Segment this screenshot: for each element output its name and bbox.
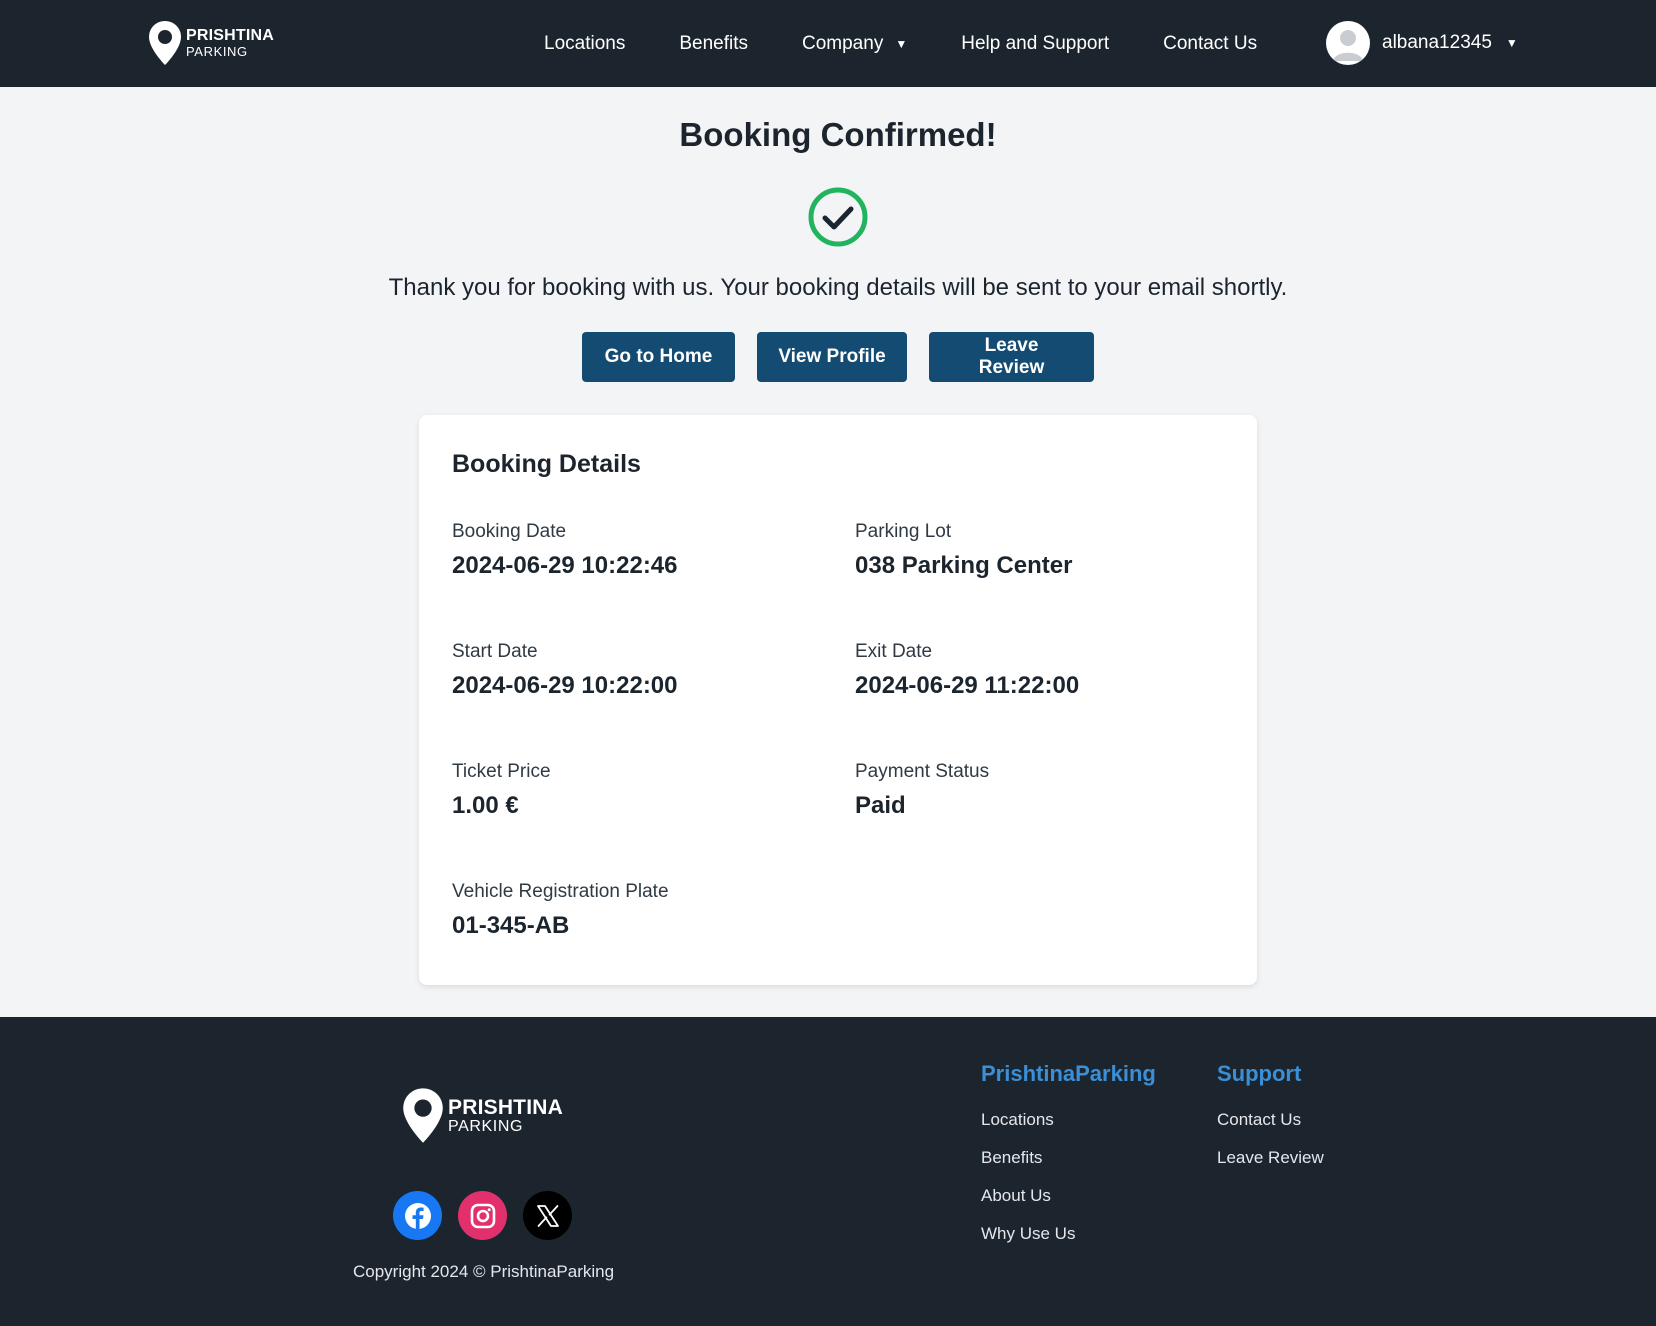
footer-brand-name-line1: PRISHTINA [448, 1095, 563, 1119]
footer-col-heading: Support [1217, 1061, 1302, 1086]
footer-link-contact-us[interactable]: Contact Us [1217, 1110, 1324, 1130]
caret-down-icon: ▼ [1505, 36, 1518, 50]
footer-link-about-us[interactable]: About Us [981, 1186, 1156, 1206]
check-circle-icon [808, 187, 868, 247]
payment-status-field: Payment Status Paid [855, 761, 989, 820]
instagram-icon [470, 1203, 495, 1228]
booking-date-value: 2024-06-29 10:22:46 [452, 552, 678, 579]
nav-link-company-label: Company [802, 32, 884, 54]
footer-col-prishtinaparking: PrishtinaParking Locations Benefits Abou… [981, 1061, 1156, 1262]
booking-date-field: Booking Date 2024-06-29 10:22:46 [452, 521, 678, 580]
copyright: Copyright 2024 © PrishtinaParking [353, 1262, 615, 1281]
navbar: PRISHTINA PARKING Locations Benefits Com… [0, 0, 1656, 87]
payment-status-value: Paid [855, 792, 906, 819]
location-pin-icon [149, 21, 181, 65]
booking-details-title: Booking Details [452, 450, 641, 478]
footer-link-why-use-us[interactable]: Why Use Us [981, 1224, 1156, 1244]
caret-down-icon: ▼ [895, 36, 908, 51]
footer-col-support: Support Contact Us Leave Review [1217, 1061, 1324, 1186]
brand-name: PRISHTINA PARKING [186, 27, 275, 59]
facebook-icon [404, 1202, 431, 1229]
avatar [1326, 21, 1370, 65]
location-pin-icon [403, 1088, 443, 1143]
username: albana12345 [1382, 32, 1492, 53]
page-title: Booking Confirmed! [679, 116, 997, 153]
ticket-price-value: 1.00 € [452, 792, 519, 819]
ticket-price-field: Ticket Price 1.00 € [452, 761, 551, 820]
instagram-link[interactable] [458, 1191, 507, 1240]
vehicle-plate-field: Vehicle Registration Plate 01-345-AB [452, 881, 669, 940]
parking-lot-value: 038 Parking Center [855, 552, 1073, 579]
exit-date-field: Exit Date 2024-06-29 11:22:00 [855, 641, 1079, 700]
nav-link-help-support[interactable]: Help and Support [961, 33, 1109, 55]
nav-link-locations[interactable]: Locations [544, 33, 625, 55]
parking-lot-label: Parking Lot [855, 521, 952, 542]
x-link[interactable] [523, 1191, 572, 1240]
start-date-field: Start Date 2024-06-29 10:22:00 [452, 641, 678, 700]
facebook-link[interactable] [393, 1191, 442, 1240]
booking-date-label: Booking Date [452, 521, 567, 542]
brand-name-line1: PRISHTINA [186, 27, 275, 44]
payment-status-label: Payment Status [855, 761, 990, 782]
confirmation-message: Thank you for booking with us. Your book… [388, 274, 1288, 301]
vehicle-plate-value: 01-345-AB [452, 912, 570, 939]
start-date-label: Start Date [452, 641, 538, 662]
action-buttons: Go to Home View Profile Leave Review [582, 332, 1094, 382]
exit-date-value: 2024-06-29 11:22:00 [855, 672, 1080, 699]
parking-lot-field: Parking Lot 038 Parking Center [855, 521, 1072, 580]
nav-link-benefits[interactable]: Benefits [679, 33, 748, 55]
footer-brand-name-line2: PARKING [448, 1117, 524, 1135]
brand-logo[interactable]: PRISHTINA PARKING [148, 20, 274, 66]
view-profile-button[interactable]: View Profile [757, 332, 907, 382]
footer-link-locations[interactable]: Locations [981, 1110, 1156, 1130]
nav-link-company[interactable]: Company ▼ [802, 33, 907, 55]
user-menu[interactable]: albana12345 ▼ [1326, 21, 1518, 65]
exit-date-label: Exit Date [855, 641, 933, 662]
footer-brand-logo[interactable]: PRISHTINA PARKING [402, 1087, 563, 1144]
start-date-value: 2024-06-29 10:22:00 [452, 672, 678, 699]
brand-name-line2: PARKING [186, 44, 248, 59]
footer-col-heading: PrishtinaParking [981, 1061, 1156, 1086]
ticket-price-label: Ticket Price [452, 761, 551, 782]
footer: PRISHTINA PARKING Copyright 2024 © Prish… [0, 1017, 1656, 1326]
booking-details-card: Booking Details Booking Date 2024-06-29 … [419, 415, 1257, 985]
vehicle-plate-label: Vehicle Registration Plate [452, 881, 669, 902]
social-links [393, 1191, 572, 1240]
nav-link-contact-us[interactable]: Contact Us [1163, 33, 1257, 55]
x-icon [536, 1204, 559, 1227]
footer-brand-name: PRISHTINA PARKING [448, 1097, 563, 1135]
nav-links: Locations Benefits Company ▼ Help and Su… [544, 0, 1311, 87]
user-avatar-icon [1333, 30, 1363, 61]
footer-link-benefits[interactable]: Benefits [981, 1148, 1156, 1168]
leave-review-button[interactable]: Leave Review [929, 332, 1094, 382]
footer-link-leave-review[interactable]: Leave Review [1217, 1148, 1324, 1168]
go-to-home-button[interactable]: Go to Home [582, 332, 735, 382]
